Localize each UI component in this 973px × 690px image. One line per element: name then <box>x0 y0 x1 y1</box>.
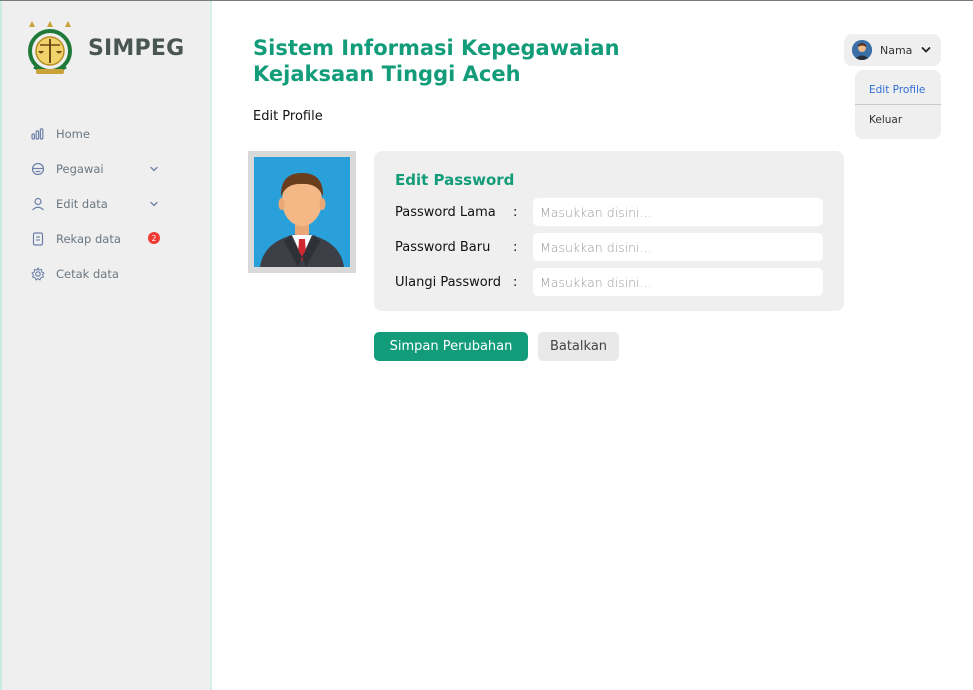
document-icon <box>30 231 46 247</box>
sidebar-item-label: Cetak data <box>56 266 119 281</box>
brand-name: SIMPEG <box>88 35 185 61</box>
field-label: Password Baru <box>395 239 491 255</box>
employee-icon <box>30 161 46 177</box>
sidebar-item-edit-data[interactable]: Edit data <box>30 186 210 221</box>
kejaksaan-emblem-logo <box>28 21 72 74</box>
brand[interactable]: SIMPEG <box>22 19 184 77</box>
chevron-down-icon <box>922 47 931 53</box>
bar-chart-icon <box>30 126 46 142</box>
field-label: Ulangi Password <box>395 274 502 290</box>
user-dropdown-menu: Edit Profile Keluar <box>855 70 941 139</box>
field-label: Password Lama <box>395 204 496 220</box>
sidebar-item-home[interactable]: Home <box>30 116 210 151</box>
user-icon <box>30 196 46 212</box>
gear-icon <box>30 266 46 282</box>
old-password-input[interactable] <box>533 198 823 226</box>
sidebar-item-label: Edit data <box>56 196 108 211</box>
menu-item-logout[interactable]: Keluar <box>855 114 941 126</box>
save-changes-button[interactable]: Simpan Perubahan <box>374 332 528 361</box>
cancel-button[interactable]: Batalkan <box>538 332 619 361</box>
menu-divider <box>855 104 941 105</box>
sidebar-item-label: Rekap data <box>56 231 121 246</box>
user-name: Nama <box>880 43 913 57</box>
edit-password-card: Edit Password Password Lama : Password B… <box>374 151 844 311</box>
sidebar-item-rekap-data[interactable]: Rekap data 2 <box>30 221 210 256</box>
form-row-old-password: Password Lama : <box>395 198 825 226</box>
avatar <box>852 40 872 60</box>
profile-photo-frame[interactable] <box>248 151 356 273</box>
notification-badge: 2 <box>148 232 160 244</box>
page-title: Edit Profile <box>253 109 323 124</box>
card-title: Edit Password <box>395 171 515 189</box>
form-row-new-password: Password Baru : <box>395 233 825 261</box>
sidebar-nav: Home Pegawai Edit data Rekap data 2 Ceta… <box>30 116 210 291</box>
form-row-repeat-password: Ulangi Password : <box>395 268 825 296</box>
field-separator: : <box>513 274 518 290</box>
profile-photo <box>254 157 350 267</box>
sidebar-item-pegawai[interactable]: Pegawai <box>30 151 210 186</box>
field-separator: : <box>513 204 518 220</box>
field-separator: : <box>513 239 518 255</box>
app-title: Sistem Informasi Kepegawaian Kejaksaan T… <box>253 36 620 86</box>
new-password-input[interactable] <box>533 233 823 261</box>
chevron-down-icon[interactable] <box>148 198 160 210</box>
chevron-down-icon[interactable] <box>148 163 160 175</box>
menu-item-edit-profile[interactable]: Edit Profile <box>855 84 941 96</box>
sidebar-item-cetak-data[interactable]: Cetak data <box>30 256 210 291</box>
user-menu-button[interactable]: Nama <box>844 34 941 66</box>
repeat-password-input[interactable] <box>533 268 823 296</box>
sidebar: SIMPEG Home Pegawai Edit data Rekap data… <box>0 1 212 690</box>
sidebar-item-label: Pegawai <box>56 161 104 176</box>
sidebar-item-label: Home <box>56 126 90 141</box>
